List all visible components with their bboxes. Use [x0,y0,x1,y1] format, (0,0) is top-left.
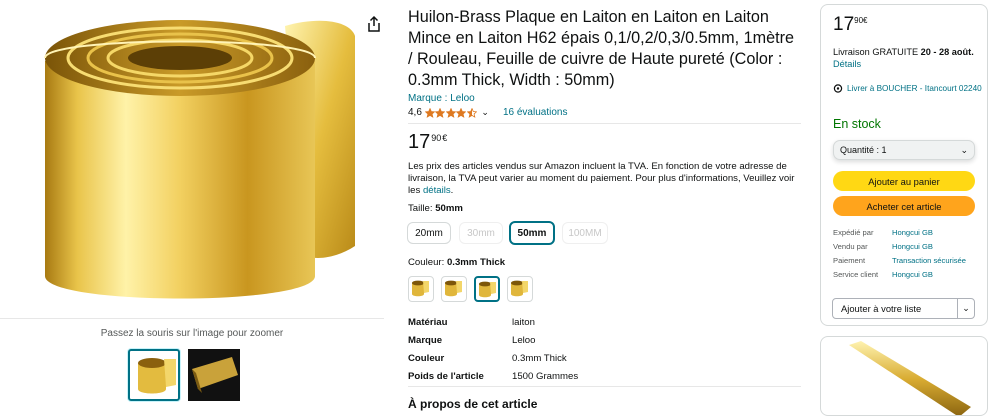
chevron-down-icon: ⌄ [960,144,968,155]
size-option-20mm[interactable]: 20mm [407,222,451,244]
color-swatch-1[interactable] [408,276,434,302]
color-selected: 0.3mm Thick [446,257,506,268]
divider [408,386,801,387]
star-icon [445,107,456,118]
vat-details-link[interactable]: détails [423,185,451,196]
delivery-info: Livraison GRATUITE 20 - 28 août. Détails [833,46,983,70]
thumbnail-roll-image [138,358,176,394]
spec-row: Couleur 0.3mm Thick [408,349,578,367]
buy-now-button[interactable]: Acheter cet article [833,196,975,216]
swatch-roll-image [479,281,496,298]
spec-value: Leloo [512,334,536,346]
size-selected: 50mm [435,203,463,214]
spec-key: Matériau [408,316,448,328]
size-label: Taille: 50mm [408,203,463,214]
size-label-text: Taille: [408,203,436,214]
delivery-details-link[interactable]: Détails [833,59,861,69]
buybox-price-whole: 17 [833,14,855,35]
rating-stars[interactable] [424,107,478,118]
seller-row: Expédié par Hongcui GB [833,225,966,239]
color-label: Couleur: 0.3mm Thick [408,257,505,268]
gallery-divider [0,318,384,319]
star-icon [466,107,477,118]
sponsored-product-card[interactable] [820,336,988,416]
thumbnail-2[interactable] [188,349,240,401]
vat-text: Les prix des articles vendus sur Amazon … [408,161,795,196]
delivery-dates: 20 - 28 août [920,47,972,57]
deliver-to-text: Livrer à BOUCHER - Itancourt 02240 [847,84,982,93]
price: 17 90 € [408,131,447,153]
deliver-to-link[interactable]: Livrer à BOUCHER - Itancourt 02240 [833,83,983,94]
color-swatch-2[interactable] [441,276,467,302]
brand-link[interactable]: Marque : Leloo [408,93,475,104]
color-swatch-3[interactable] [474,276,500,302]
seller-value[interactable]: Hongcui GB [892,267,966,281]
size-option-50mm[interactable]: 50mm [509,221,555,245]
rating-value: 4,6 [408,107,422,118]
seller-value[interactable]: Hongcui GB [892,225,966,239]
seller-row: Service client Hongcui GB [833,267,966,281]
seller-info: Expédié par Hongcui GB Vendu par Hongcui G… [833,225,966,281]
price-fraction: 90 [431,133,442,143]
swatch-roll-image [412,280,429,297]
spec-value: laiton [512,316,535,328]
quantity-value: Quantité : 1 [840,145,887,155]
color-label-text: Couleur: [408,257,447,268]
thumbnail-1[interactable] [128,349,180,401]
color-swatch-4[interactable] [507,276,533,302]
seller-key: Service client [833,269,879,279]
stock-status: En stock [833,117,881,131]
chevron-down-icon[interactable]: ⌄ [958,303,974,314]
buybox-price: 17 90 € [833,14,868,35]
rating-row: 4,6 ⌄ 16 évaluations [408,107,567,118]
buybox-price-currency: € [863,16,868,25]
spec-key: Marque [408,334,443,346]
spec-key: Poids de l'article [408,370,484,382]
quantity-select[interactable]: Quantité : 1 ⌄ [833,140,975,160]
price-whole: 17 [408,131,431,153]
seller-row: Paiement Transaction sécurisée [833,253,966,267]
price-currency: € [442,133,448,143]
spec-value: 0.3mm Thick [512,352,567,364]
add-to-list-label: Ajouter à votre liste [841,303,922,314]
spec-value: 1500 Grammes [512,370,579,382]
spec-table: Matériau laiton Marque Leloo Couleur 0.3mm … [408,313,578,385]
vat-end: . [450,185,454,196]
thumbnail-sheet-image [188,349,240,401]
swatch-roll-image [445,280,462,297]
star-icon [435,107,446,118]
spec-row: Poids de l'article 1500 Grammes [408,367,578,385]
spec-row: Matériau laiton [408,313,578,331]
star-icon [424,107,435,118]
delivery-prefix: Livraison GRATUITE [833,47,921,57]
seller-value[interactable]: Hongcui GB [892,239,966,253]
sponsored-product-image [849,341,971,415]
zoom-hint: Passez la souris sur l'image pour zoomer [100,328,284,339]
seller-row: Vendu par Hongcui GB [833,239,966,253]
ratings-count-link[interactable]: 16 évaluations [503,107,568,118]
seller-key: Vendu par [833,241,868,251]
chevron-down-icon[interactable]: ⌄ [481,107,489,118]
size-option-100mm[interactable]: 100MM [562,222,608,244]
seller-key: Expédié par [833,227,874,237]
share-icon[interactable] [364,14,384,34]
about-heading: À propos de cet article [408,397,538,411]
size-option-30mm[interactable]: 30mm [459,222,503,244]
delivery-dot: . [971,47,974,57]
divider [408,123,801,124]
spec-key: Couleur [408,352,445,364]
location-pin-icon [833,84,843,93]
seller-key: Paiement [833,255,866,265]
spec-row: Marque Leloo [408,331,578,349]
add-to-cart-button[interactable]: Ajouter au panier [833,171,975,191]
add-to-list-button[interactable]: Ajouter à votre liste ⌄ [832,298,975,319]
buybox-price-fraction: 90 [854,16,864,25]
product-title: Huilon-Brass Plaque en Laiton en Laiton … [408,8,795,89]
swatch-roll-image [511,280,528,297]
seller-value[interactable]: Transaction sécurisée [892,253,966,267]
product-main-image[interactable] [30,6,355,311]
vat-note: Les prix des articles vendus sur Amazon … [408,161,798,197]
star-icon [456,107,467,118]
